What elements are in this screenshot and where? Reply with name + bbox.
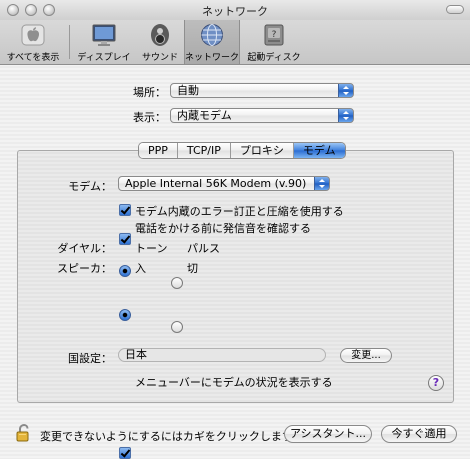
startup-disk-icon: ? xyxy=(261,23,287,47)
lock-icon[interactable] xyxy=(15,423,33,442)
speaker-on-radio[interactable] xyxy=(119,309,131,321)
apple-logo-icon xyxy=(20,23,46,47)
apply-now-button[interactable]: 今すぐ適用 xyxy=(381,425,457,443)
menubar-status-label: メニューバーにモデムの状況を表示する xyxy=(135,376,333,389)
lock-message: 変更できないようにするにはカギをクリックします。 xyxy=(40,430,303,443)
country-label: 国設定： xyxy=(68,352,112,365)
menubar-status-checkbox[interactable] xyxy=(119,447,131,459)
show-value: 内蔵モデム xyxy=(177,109,232,122)
tab-ppp[interactable]: PPP xyxy=(139,143,178,158)
dialing-tone-radio[interactable] xyxy=(119,265,131,277)
toolbar-label: ディスプレイ xyxy=(77,53,131,63)
country-field: 日本 xyxy=(118,348,326,362)
toolbar-show-all[interactable]: すべてを表示 xyxy=(2,20,64,64)
dial-tone-label: 電話をかける前に発信音を確認する xyxy=(135,222,311,235)
modem-value: Apple Internal 56K Modem (v.90) xyxy=(125,177,307,190)
show-label: 表示： xyxy=(133,111,166,124)
error-correction-checkbox[interactable] xyxy=(119,204,131,216)
show-popup[interactable]: 内蔵モデム xyxy=(170,108,354,123)
assistant-button[interactable]: アシスタント... xyxy=(284,425,372,443)
tab-bar: PPP TCP/IP プロキシ モデム xyxy=(138,142,346,159)
speaker-on-label: 入 xyxy=(135,262,146,275)
tab-modem[interactable]: モデム xyxy=(293,143,345,158)
network-globe-icon xyxy=(199,23,225,47)
speaker-label: スピーカ： xyxy=(57,262,112,275)
popup-arrows-icon xyxy=(338,109,353,122)
help-button[interactable]: ? xyxy=(428,375,444,391)
popup-arrows-icon xyxy=(338,84,353,97)
toolbar-sound[interactable]: サウンド xyxy=(136,20,184,64)
toolbar-separator xyxy=(69,25,70,59)
speaker-icon xyxy=(147,23,173,47)
dial-tone-checkbox[interactable] xyxy=(119,233,131,245)
popup-arrows-icon xyxy=(314,177,329,190)
toolbar-toggle-button[interactable] xyxy=(446,5,464,14)
dialing-pulse-radio[interactable] xyxy=(171,277,183,289)
toolbar-display[interactable]: ディスプレイ xyxy=(74,20,134,64)
location-value: 自動 xyxy=(177,84,199,97)
toolbar-startup-disk[interactable]: ? 起動ディスク xyxy=(243,20,305,64)
dialing-tone-label: トーン xyxy=(135,242,168,255)
speaker-off-radio[interactable] xyxy=(171,321,183,333)
dialing-pulse-label: パルス xyxy=(187,242,220,255)
modem-popup[interactable]: Apple Internal 56K Modem (v.90) xyxy=(118,176,330,191)
toolbar-label: ネットワーク xyxy=(184,53,239,63)
svg-text:?: ? xyxy=(272,30,277,40)
dialing-label: ダイヤル： xyxy=(57,242,112,255)
change-country-button[interactable]: 変更... xyxy=(340,348,392,363)
toolbar-label: サウンド xyxy=(141,53,178,63)
tab-tcpip[interactable]: TCP/IP xyxy=(177,143,231,158)
location-popup[interactable]: 自動 xyxy=(170,83,354,98)
toolbar-label: すべてを表示 xyxy=(6,53,60,63)
error-correction-label: モデム内蔵のエラー訂正と圧縮を使用する xyxy=(135,205,344,218)
modem-label: モデム： xyxy=(68,180,112,193)
toolbar-label: 起動ディスク xyxy=(247,53,301,63)
location-label: 場所： xyxy=(133,86,166,99)
window-title: ネットワーク xyxy=(202,5,268,18)
toolbar-network[interactable]: ネットワーク xyxy=(184,20,240,64)
tab-proxy[interactable]: プロキシ xyxy=(230,143,294,158)
speaker-off-label: 切 xyxy=(187,262,198,275)
display-icon xyxy=(91,23,117,47)
